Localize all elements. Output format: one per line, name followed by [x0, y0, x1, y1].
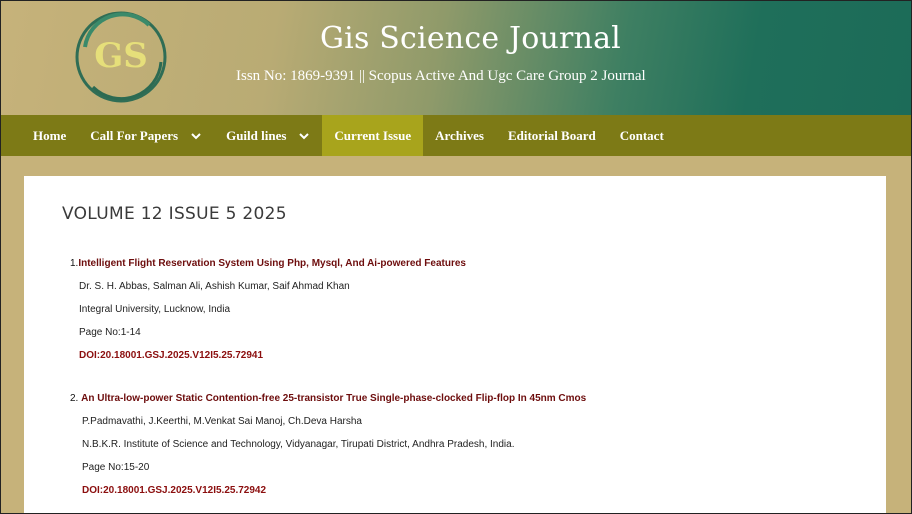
- journal-logo[interactable]: GS: [71, 7, 171, 107]
- chevron-down-icon: [299, 132, 310, 139]
- article-affiliation: Integral University, Lucknow, India: [79, 304, 231, 315]
- header-banner: GS Gis Science Journal Issn No: 1869-939…: [1, 1, 911, 115]
- nav-editorial-board-label: Editorial Board: [507, 127, 596, 143]
- main-nav: Home Call For Papers Guild lines Current…: [1, 115, 911, 156]
- nav-home[interactable]: Home: [1, 115, 78, 156]
- nav-contact[interactable]: Contact: [608, 115, 676, 156]
- nav-guild-lines-label: Guild lines: [226, 127, 287, 143]
- article-pages: Page No:15-20: [82, 462, 150, 473]
- article-pages: Page No:1-14: [79, 327, 141, 338]
- nav-editorial-board[interactable]: Editorial Board: [496, 115, 608, 156]
- nav-archives[interactable]: Archives: [423, 115, 496, 156]
- nav-call-for-papers[interactable]: Call For Papers: [78, 115, 214, 156]
- logo-text: GS: [94, 36, 148, 76]
- article-doi-link[interactable]: DOI:20.18001.GSJ.2025.V12I5.25.72941: [79, 350, 263, 361]
- article-title-link[interactable]: Intelligent Flight Reservation System Us…: [78, 258, 466, 269]
- chevron-down-icon: [191, 132, 201, 139]
- article-doi-link[interactable]: DOI:20.18001.GSJ.2025.V12I5.25.72942: [82, 485, 266, 496]
- nav-archives-label: Archives: [435, 127, 484, 143]
- content-panel: VOLUME 12 ISSUE 5 2025 1.Intelligent Fli…: [24, 176, 886, 513]
- nav-guild-lines[interactable]: Guild lines: [214, 115, 322, 156]
- nav-current-issue-label: Current Issue: [334, 127, 412, 143]
- page-frame: GS Gis Science Journal Issn No: 1869-939…: [0, 0, 912, 514]
- nav-contact-label: Contact: [619, 127, 664, 143]
- article-authors: Dr. S. H. Abbas, Salman Ali, Ashish Kuma…: [79, 281, 350, 292]
- article-title-link[interactable]: An Ultra-low-power Static Contention-fre…: [81, 393, 586, 404]
- volume-title: VOLUME 12 ISSUE 5 2025: [62, 204, 287, 224]
- site-subtitle: Issn No: 1869-9391 || Scopus Active And …: [236, 68, 646, 84]
- article-authors: P.Padmavathi, J.Keerthi, M.Venkat Sai Ma…: [82, 416, 362, 427]
- site-title: Gis Science Journal: [320, 21, 621, 56]
- nav-call-for-papers-label: Call For Papers: [90, 127, 179, 143]
- nav-home-label: Home: [33, 127, 67, 143]
- nav-current-issue[interactable]: Current Issue: [322, 115, 424, 156]
- article-number: 2.: [70, 393, 79, 404]
- article-affiliation: N.B.K.R. Institute of Science and Techno…: [82, 439, 515, 450]
